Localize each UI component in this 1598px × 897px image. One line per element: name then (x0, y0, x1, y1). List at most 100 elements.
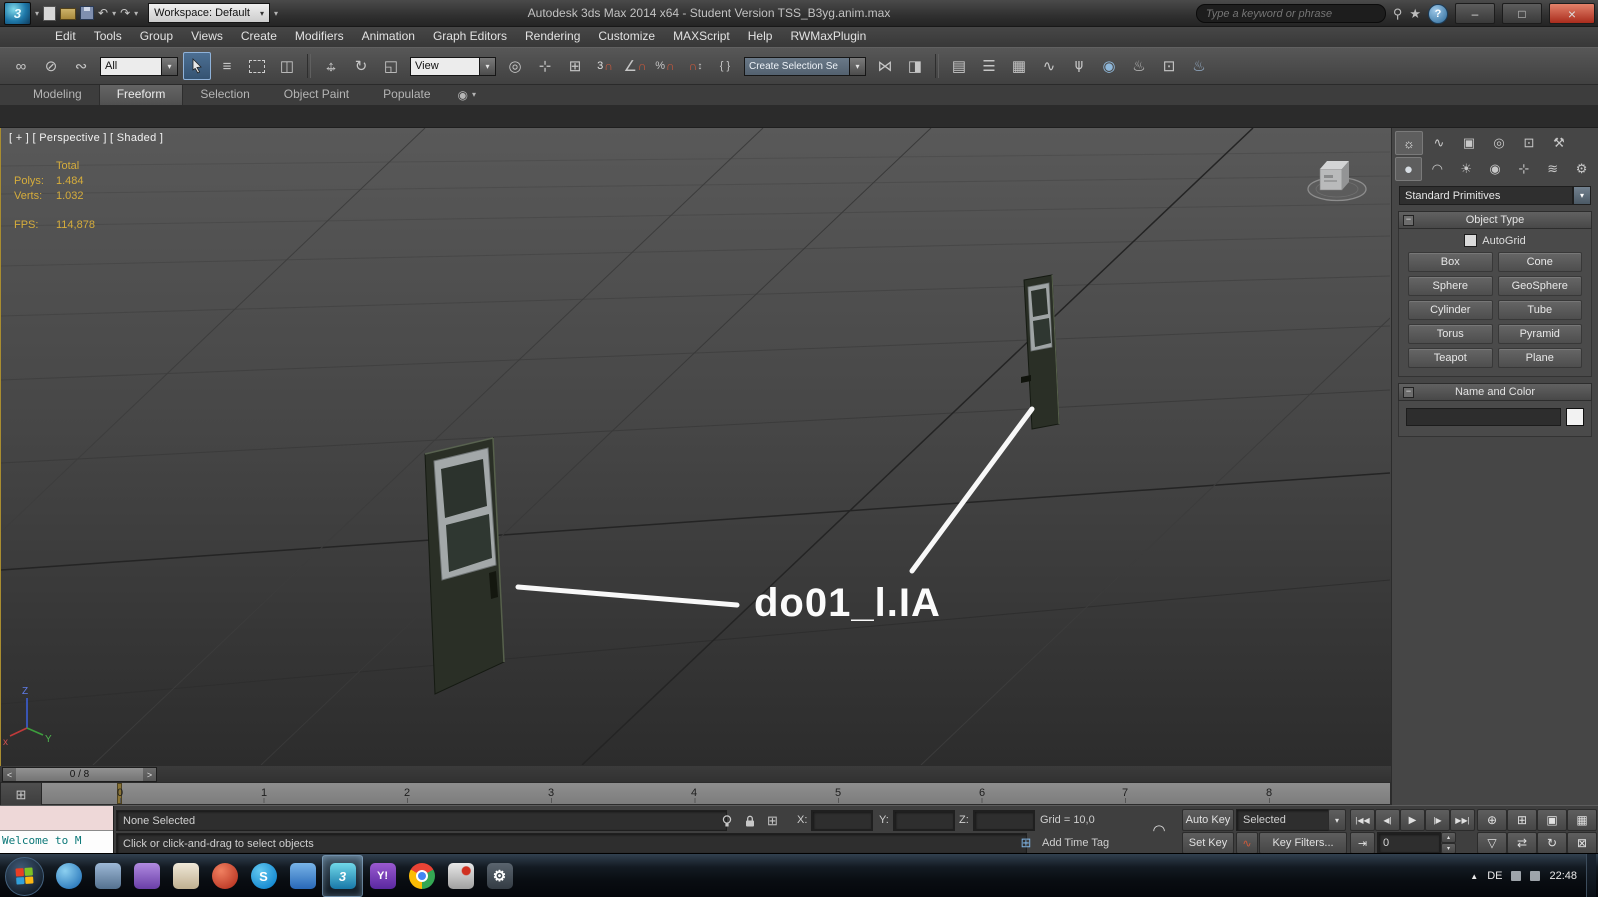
qat-customize-arrow-icon[interactable]: ▾ (274, 9, 278, 18)
minimize-button[interactable]: – (1455, 3, 1495, 24)
language-indicator[interactable]: DE (1487, 870, 1502, 882)
category-geometry-icon[interactable]: ● (1395, 157, 1422, 181)
current-frame-input[interactable] (1378, 833, 1440, 853)
select-and-rotate-icon[interactable]: ↻ (347, 52, 375, 80)
category-helpers-icon[interactable]: ⊹ (1510, 157, 1537, 181)
viewport-canvas[interactable]: Z x Y (1, 128, 1390, 765)
new-key-tangent-icon[interactable]: ∿ (1236, 832, 1258, 854)
mirror-icon[interactable]: ⋈ (871, 52, 899, 80)
category-lights-icon[interactable]: ☀ (1453, 157, 1480, 181)
select-and-link-icon[interactable]: ∞ (7, 52, 35, 80)
selection-lock-icon[interactable] (740, 811, 759, 830)
graphite-ribbon-toggle-icon[interactable]: ▦ (1005, 52, 1033, 80)
render-setup-icon[interactable]: ♨ (1125, 52, 1153, 80)
time-slider-track[interactable]: < 0 / 8 > (0, 766, 1391, 783)
taskbar-app-media[interactable] (205, 856, 244, 896)
tab-display-icon[interactable]: ⊡ (1515, 131, 1543, 155)
menu-views[interactable]: Views (182, 26, 232, 47)
x-coordinate-field[interactable] (811, 810, 873, 831)
hidden-icons-arrow[interactable]: ▲ (1470, 872, 1478, 881)
previous-frame-button[interactable]: ◀| (1375, 809, 1400, 831)
category-shapes-icon[interactable]: ◠ (1424, 157, 1451, 181)
frame-spinner-up[interactable]: ▴ (1441, 832, 1456, 843)
taskbar-app-chrome[interactable] (402, 856, 441, 896)
next-frame-button[interactable]: |▶ (1425, 809, 1450, 831)
box-button[interactable]: Box (1408, 252, 1493, 272)
keyboard-shortcut-override-icon[interactable]: ⊞ (561, 52, 589, 80)
tab-modify-icon[interactable]: ∿ (1425, 131, 1453, 155)
maximize-viewport-toggle-button[interactable]: ⊠ (1567, 832, 1597, 854)
menu-customize[interactable]: Customize (589, 26, 664, 47)
menu-edit[interactable]: Edit (46, 26, 85, 47)
redo-history-arrow-icon[interactable]: ▾ (134, 9, 138, 18)
menu-graph-editors[interactable]: Graph Editors (424, 26, 516, 47)
redo-icon[interactable]: ↷ (120, 7, 130, 19)
pan-button[interactable]: ⇄ (1507, 832, 1537, 854)
ribbon-tab-modeling[interactable]: Modeling (16, 84, 99, 105)
menu-help[interactable]: Help (739, 26, 782, 47)
toggle-scene-explorer-icon[interactable]: ▤ (945, 52, 973, 80)
object-color-swatch[interactable] (1566, 408, 1584, 426)
rendered-frame-window-icon[interactable]: ⊡ (1155, 52, 1183, 80)
open-file-icon[interactable] (60, 8, 76, 20)
unlink-selection-icon[interactable]: ⊘ (37, 52, 65, 80)
taskbar-app-chat[interactable] (283, 856, 322, 896)
taskbar-app-usb[interactable] (441, 856, 480, 896)
cylinder-button[interactable]: Cylinder (1408, 300, 1493, 320)
menu-create[interactable]: Create (232, 26, 286, 47)
door-object-left[interactable] (425, 438, 504, 694)
geosphere-button[interactable]: GeoSphere (1498, 276, 1583, 296)
reference-coordinate-system-dropdown[interactable]: View ▾ (410, 58, 496, 75)
ribbon-tab-populate[interactable]: Populate (366, 84, 447, 105)
help-button[interactable]: ? (1428, 4, 1448, 24)
time-tag-icon[interactable]: ⊞ (1017, 834, 1035, 852)
snap-toggle-3d-icon[interactable]: 3 ∩ (591, 52, 619, 80)
x-coordinate-input[interactable] (812, 811, 872, 830)
close-button[interactable]: × (1549, 3, 1595, 24)
key-mode-dropdown[interactable]: Selected (1236, 809, 1342, 831)
taskbar-app-paint[interactable] (166, 856, 205, 896)
primitive-category-dropdown[interactable]: Standard Primitives ▾ (1399, 186, 1591, 205)
set-key-button[interactable]: Set Key (1182, 832, 1234, 854)
isolate-selection-icon[interactable] (717, 811, 736, 830)
category-cameras-icon[interactable]: ◉ (1482, 157, 1509, 181)
ribbon-tab-object-paint[interactable]: Object Paint (267, 84, 366, 105)
taskbar-app-browser[interactable] (49, 856, 88, 896)
autogrid-checkbox[interactable] (1464, 234, 1477, 247)
sphere-button[interactable]: Sphere (1408, 276, 1493, 296)
ribbon-tab-selection[interactable]: Selection (183, 84, 266, 105)
select-and-manipulate-icon[interactable]: ⊹ (531, 52, 559, 80)
spinner-snap-toggle-icon[interactable]: ∩ ↕ (681, 52, 709, 80)
favorites-star-icon[interactable]: ★ (1409, 6, 1421, 22)
tab-utilities-icon[interactable]: ⚒ (1545, 131, 1573, 155)
teapot-button[interactable]: Teapot (1408, 348, 1493, 368)
select-and-move-icon[interactable]: ↔↕ (317, 52, 345, 80)
workspace-dropdown[interactable]: Workspace: Default ▾ (148, 3, 270, 23)
menu-animation[interactable]: Animation (353, 26, 424, 47)
manage-layers-icon[interactable]: ☰ (975, 52, 1003, 80)
app-menu-arrow-icon[interactable]: ▾ (35, 9, 39, 18)
plane-button[interactable]: Plane (1498, 348, 1583, 368)
ribbon-config-dropdown[interactable]: ◉ ▾ (458, 84, 477, 105)
go-to-end-button[interactable]: ▶▶| (1450, 809, 1475, 831)
save-file-icon[interactable] (80, 6, 94, 20)
orbit-button[interactable]: ↻ (1537, 832, 1567, 854)
align-icon[interactable]: ◨ (901, 52, 929, 80)
new-file-icon[interactable] (43, 6, 56, 21)
time-slider-handle[interactable]: < 0 / 8 > (2, 767, 157, 782)
select-by-name-icon[interactable]: ≡ (213, 52, 241, 80)
object-name-input[interactable] (1406, 408, 1561, 426)
taskbar-app-yahoo[interactable]: Y! (363, 856, 402, 896)
add-time-tag[interactable]: Add Time Tag (1042, 837, 1109, 849)
selection-status-field[interactable]: None Selected (116, 810, 727, 831)
key-mode-dropdown-arrow[interactable]: ▾ (1328, 809, 1346, 831)
key-mode-toggle-button[interactable]: ⇥ (1350, 832, 1375, 854)
maximize-button[interactable]: □ (1502, 3, 1542, 24)
edit-named-selection-sets-icon[interactable]: { } (711, 52, 739, 80)
tube-button[interactable]: Tube (1498, 300, 1583, 320)
clock[interactable]: 22:48 (1549, 870, 1577, 882)
mini-curve-editor-button[interactable]: ⊞ (0, 782, 42, 807)
select-and-scale-icon[interactable]: ◱ (377, 52, 405, 80)
menu-rwmaxplugin[interactable]: RWMaxPlugin (781, 26, 875, 47)
rectangular-selection-region-icon[interactable] (243, 52, 271, 80)
